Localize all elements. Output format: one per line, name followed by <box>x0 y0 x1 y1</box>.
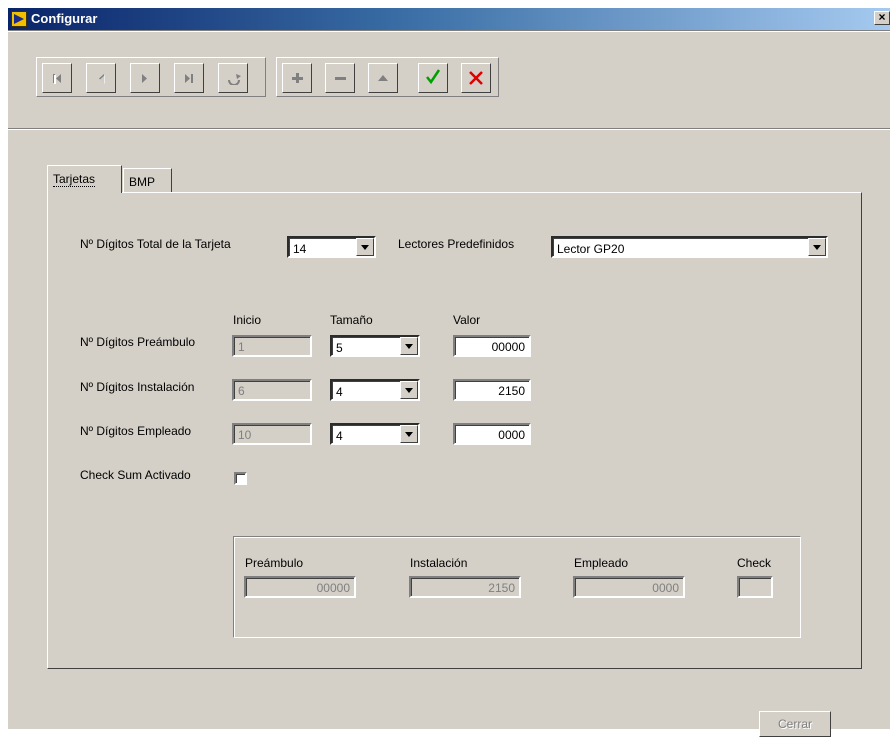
empleado-inicio-field[interactable]: 10 <box>232 423 312 445</box>
close-window-button[interactable]: × <box>874 11 890 25</box>
x-icon <box>469 71 483 85</box>
readers-value: Lector GP20 <box>557 242 625 256</box>
preambulo-inicio-field[interactable]: 1 <box>232 335 312 357</box>
toolbar-separator <box>8 128 890 130</box>
first-icon <box>53 74 61 84</box>
readers-select[interactable]: Lector GP20 <box>551 236 828 258</box>
instalacion-tamano-select[interactable]: 4 <box>330 379 420 401</box>
last-icon <box>185 74 193 83</box>
tab-bmp-label: BMP <box>129 175 156 189</box>
post-button[interactable] <box>418 63 448 93</box>
preambulo-tamano-select[interactable]: 5 <box>330 335 420 357</box>
insert-button[interactable] <box>282 63 312 93</box>
summary-instalacion-field[interactable]: 2150 <box>409 576 521 598</box>
plus-icon <box>292 73 303 83</box>
title-bar: Configurar × <box>8 8 890 30</box>
empleado-tamano-select[interactable]: 4 <box>330 423 420 445</box>
next-record-button[interactable] <box>130 63 160 93</box>
edit-toolbar-group <box>276 57 499 97</box>
refresh-button[interactable] <box>218 63 248 93</box>
total-digits-value: 14 <box>293 242 307 256</box>
preambulo-tamano-value: 5 <box>336 341 343 355</box>
close-button[interactable]: Cerrar <box>759 711 831 737</box>
readers-label: Lectores Predefinidos <box>398 237 515 251</box>
refresh-icon <box>228 74 241 85</box>
configurar-window: Configurar × Tarjetas BMP Nº Dígitos Tot… <box>8 8 890 729</box>
empleado-valor-field[interactable]: 0000 <box>453 423 531 445</box>
edit-button[interactable] <box>368 63 398 93</box>
summary-preambulo-field[interactable]: 00000 <box>244 576 356 598</box>
tab-tarjetas-label: Tarjetas <box>53 172 96 187</box>
summary-instalacion-label: Instalación <box>410 556 468 570</box>
row-empleado-label: Nº Dígitos Empleado <box>80 424 192 438</box>
checksum-label: Check Sum Activado <box>80 468 191 482</box>
delete-button[interactable] <box>325 63 355 93</box>
cancel-button[interactable] <box>461 63 491 93</box>
checksum-checkbox[interactable] <box>234 472 247 485</box>
col-header-inicio: Inicio <box>233 313 262 327</box>
first-record-button[interactable] <box>42 63 72 93</box>
total-digits-label: Nº Dígitos Total de la Tarjeta <box>80 237 231 251</box>
preambulo-valor-field[interactable]: 00000 <box>453 335 531 357</box>
navigation-toolbar-group <box>36 57 266 97</box>
summary-empleado-field[interactable]: 0000 <box>573 576 685 598</box>
title-separator <box>8 30 890 32</box>
instalacion-inicio-field[interactable]: 6 <box>232 379 312 401</box>
chevron-down-icon[interactable] <box>400 381 418 399</box>
col-header-valor: Valor <box>453 313 481 327</box>
summary-preambulo-label: Preámbulo <box>245 556 304 570</box>
instalacion-tamano-value: 4 <box>336 385 343 399</box>
checkmark-icon <box>426 69 441 85</box>
tab-bmp[interactable]: BMP <box>123 168 172 193</box>
summary-check-label: Check <box>737 556 772 570</box>
prior-record-button[interactable] <box>86 63 116 93</box>
chevron-down-icon[interactable] <box>400 337 418 355</box>
triangle-up-icon <box>378 75 388 81</box>
window-title: Configurar <box>31 11 98 26</box>
chevron-down-icon[interactable] <box>808 238 826 256</box>
instalacion-valor-field[interactable]: 2150 <box>453 379 531 401</box>
col-header-tamano: Tamaño <box>330 313 373 327</box>
app-icon <box>11 11 27 27</box>
last-record-button[interactable] <box>174 63 204 93</box>
total-digits-select[interactable]: 14 <box>287 236 376 258</box>
prior-icon <box>99 74 105 84</box>
summary-check-field[interactable] <box>737 576 773 598</box>
row-preambulo-label: Nº Dígitos Preámbulo <box>80 335 196 349</box>
empleado-tamano-value: 4 <box>336 429 343 443</box>
row-instalacion-label: Nº Dígitos Instalación <box>80 380 195 394</box>
next-icon <box>142 74 147 83</box>
chevron-down-icon[interactable] <box>400 425 418 443</box>
chevron-down-icon[interactable] <box>356 238 374 256</box>
minus-icon <box>335 77 346 80</box>
tab-tarjetas[interactable]: Tarjetas <box>47 165 122 193</box>
summary-empleado-label: Empleado <box>574 556 629 570</box>
